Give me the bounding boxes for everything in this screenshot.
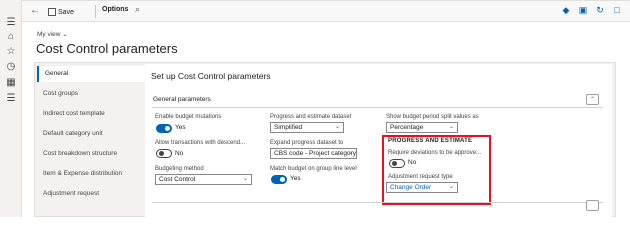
home-icon[interactable]: ⌂ xyxy=(3,29,19,43)
group-title[interactable]: General parameters xyxy=(153,96,211,103)
group-divider xyxy=(152,107,603,108)
search-icon[interactable]: ⌕ xyxy=(135,4,140,15)
match-budget-label: Match budget on group line level xyxy=(270,166,357,172)
workspaces-grid-icon[interactable]: ▦ xyxy=(3,75,19,89)
toggle-knob xyxy=(392,161,397,166)
show-period-split-select[interactable]: Percentage ⌄ xyxy=(386,122,458,133)
next-group-divider xyxy=(152,202,603,203)
save-button[interactable]: Save xyxy=(48,5,74,19)
nav-rail: ☰ ⌂ ☆ ◷ ▦ ☰ xyxy=(0,0,22,217)
tab-adjustment-request[interactable]: Adjustment request xyxy=(37,186,145,202)
expand-dataset-label: Expand progress dataset to xyxy=(270,140,344,146)
progress-dataset-label: Progress and estimate dataset xyxy=(270,114,352,120)
show-period-split-value: Percentage xyxy=(390,124,424,131)
expand-dataset-value: CBS code - Project category xyxy=(274,150,357,157)
chevron-down-icon: ⌄ xyxy=(242,176,248,182)
toggle-knob xyxy=(165,126,170,131)
enable-budget-mutations-value: Yes xyxy=(175,124,186,131)
budgeting-method-select[interactable]: Cost Control ⌄ xyxy=(155,174,252,185)
adjustment-type-select[interactable]: Change Order ⌄ xyxy=(386,182,458,193)
my-view-dropdown[interactable]: My view ⌄ xyxy=(37,30,68,38)
page-title: Cost Control parameters xyxy=(36,41,178,56)
diamond-icon[interactable]: ◆ xyxy=(561,4,571,16)
chevron-down-icon: ⌄ xyxy=(334,124,340,130)
adjustment-type-label: Adjustment request type xyxy=(388,174,453,180)
modules-list-icon[interactable]: ☰ xyxy=(3,91,19,105)
chevron-down-icon: ⌄ xyxy=(448,184,454,190)
toolbar-divider xyxy=(95,5,96,18)
highlight-box xyxy=(382,135,491,205)
toggle-knob xyxy=(159,151,164,156)
toggle-knob xyxy=(280,177,285,182)
favorites-star-icon[interactable]: ☆ xyxy=(3,44,19,58)
tab-default-category-unit[interactable]: Default category unit xyxy=(37,126,145,142)
expand-next-group-button[interactable] xyxy=(586,200,599,211)
chevron-down-icon: ⌄ xyxy=(347,150,353,156)
expand-dataset-select[interactable]: CBS code - Project category ⌄ xyxy=(270,148,357,159)
refresh-icon[interactable]: ↻ xyxy=(595,4,605,16)
allow-transactions-label: Allow transactions with descend... xyxy=(155,140,246,146)
options-tab[interactable]: Options xyxy=(102,6,128,13)
toolbar-right-icons: ◆ ▣ ↻ □ xyxy=(561,4,622,16)
allow-transactions-toggle[interactable] xyxy=(156,149,172,158)
adjustment-type-value: Change Order xyxy=(390,184,432,191)
progress-dataset-value: Simplified xyxy=(274,124,303,131)
recent-clock-icon[interactable]: ◷ xyxy=(3,59,19,73)
match-budget-toggle[interactable] xyxy=(271,175,287,184)
chevron-down-icon: ⌄ xyxy=(62,31,68,38)
progress-estimate-heading: PROGRESS AND ESTIMATE xyxy=(388,138,473,144)
back-arrow-icon[interactable]: ← xyxy=(30,5,42,17)
my-view-label: My view xyxy=(37,31,61,38)
hamburger-menu-icon[interactable]: ☰ xyxy=(3,15,19,29)
save-label: Save xyxy=(58,8,74,16)
tab-cost-breakdown-structure[interactable]: Cost breakdown structure xyxy=(37,146,145,162)
budgeting-method-value: Cost Control xyxy=(159,176,196,183)
tab-indirect-cost-template[interactable]: Indirect cost template xyxy=(37,106,145,122)
section-title: Set up Cost Control parameters xyxy=(151,71,271,81)
show-period-split-label: Show budget period split values as xyxy=(386,114,479,120)
enable-budget-mutations-toggle[interactable] xyxy=(156,124,172,133)
save-disk-icon xyxy=(48,8,56,16)
progress-dataset-select[interactable]: Simplified ⌄ xyxy=(270,122,344,133)
action-pane: ← Save Options ⌕ ◆ ▣ ↻ □ xyxy=(22,0,630,22)
tab-item-expense-distribution[interactable]: Item & Expense distribution xyxy=(37,166,145,182)
chevron-down-icon: ⌄ xyxy=(448,124,454,130)
require-deviations-label: Require deviations to be approve... xyxy=(388,150,482,156)
office-icon[interactable]: ▣ xyxy=(578,4,588,16)
require-deviations-value: No xyxy=(408,159,417,166)
require-deviations-toggle[interactable] xyxy=(389,159,405,168)
collapse-group-button[interactable]: ⌃ xyxy=(586,94,599,105)
tab-general[interactable]: General xyxy=(37,66,145,82)
allow-transactions-value: No xyxy=(175,150,184,157)
expand-icon[interactable]: □ xyxy=(612,4,622,16)
enable-budget-mutations-label: Enable budget mutations xyxy=(155,114,222,120)
tab-cost-groups[interactable]: Cost groups xyxy=(37,86,145,102)
budgeting-method-label: Budgeting method xyxy=(155,166,204,172)
match-budget-value: Yes xyxy=(290,175,301,182)
